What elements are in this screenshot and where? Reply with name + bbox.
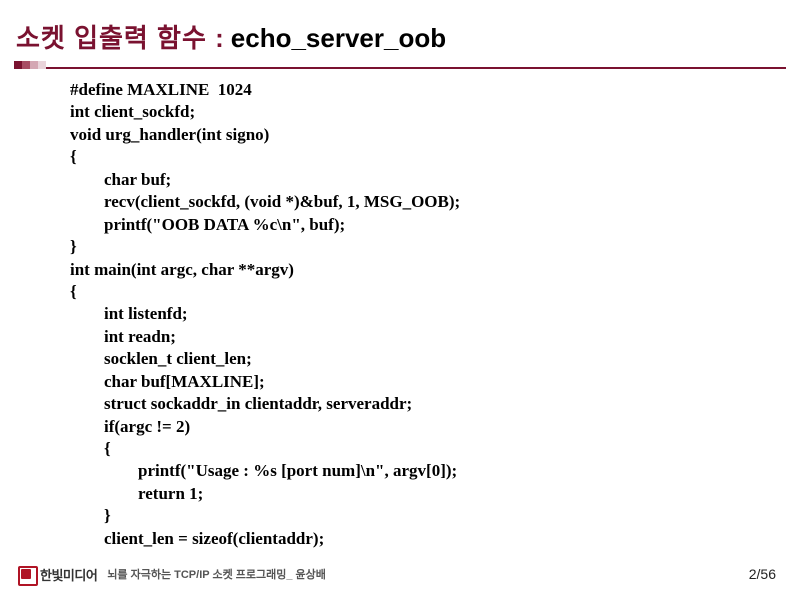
title-underline	[14, 61, 786, 69]
accent-square-icon	[14, 61, 22, 69]
slide-footer: 한빛미디어 뇌를 자극하는 TCP/IP 소켓 프로그래밍_ 윤상배 2/56	[0, 564, 800, 584]
publisher-logo: 한빛미디어	[16, 564, 97, 584]
code-listing: #define MAXLINE 1024 int client_sockfd; …	[70, 79, 786, 550]
accent-squares	[14, 61, 46, 69]
page-number: 2/56	[749, 566, 776, 582]
title-korean: 소켓 입출력 함수 :	[16, 18, 225, 55]
accent-square-icon	[38, 61, 46, 69]
publisher-name: 한빛미디어	[40, 565, 97, 584]
slide-title: 소켓 입출력 함수 : echo_server_oob	[14, 18, 786, 55]
title-english: echo_server_oob	[231, 23, 446, 54]
footer-left: 한빛미디어 뇌를 자극하는 TCP/IP 소켓 프로그래밍_ 윤상배	[16, 564, 326, 584]
accent-square-icon	[30, 61, 38, 69]
accent-square-icon	[22, 61, 30, 69]
footer-subtitle: 뇌를 자극하는 TCP/IP 소켓 프로그래밍_ 윤상배	[107, 566, 326, 582]
horizontal-rule	[46, 67, 786, 69]
logo-mark-icon	[16, 564, 36, 584]
slide: 소켓 입출력 함수 : echo_server_oob #define MAXL…	[0, 0, 800, 600]
